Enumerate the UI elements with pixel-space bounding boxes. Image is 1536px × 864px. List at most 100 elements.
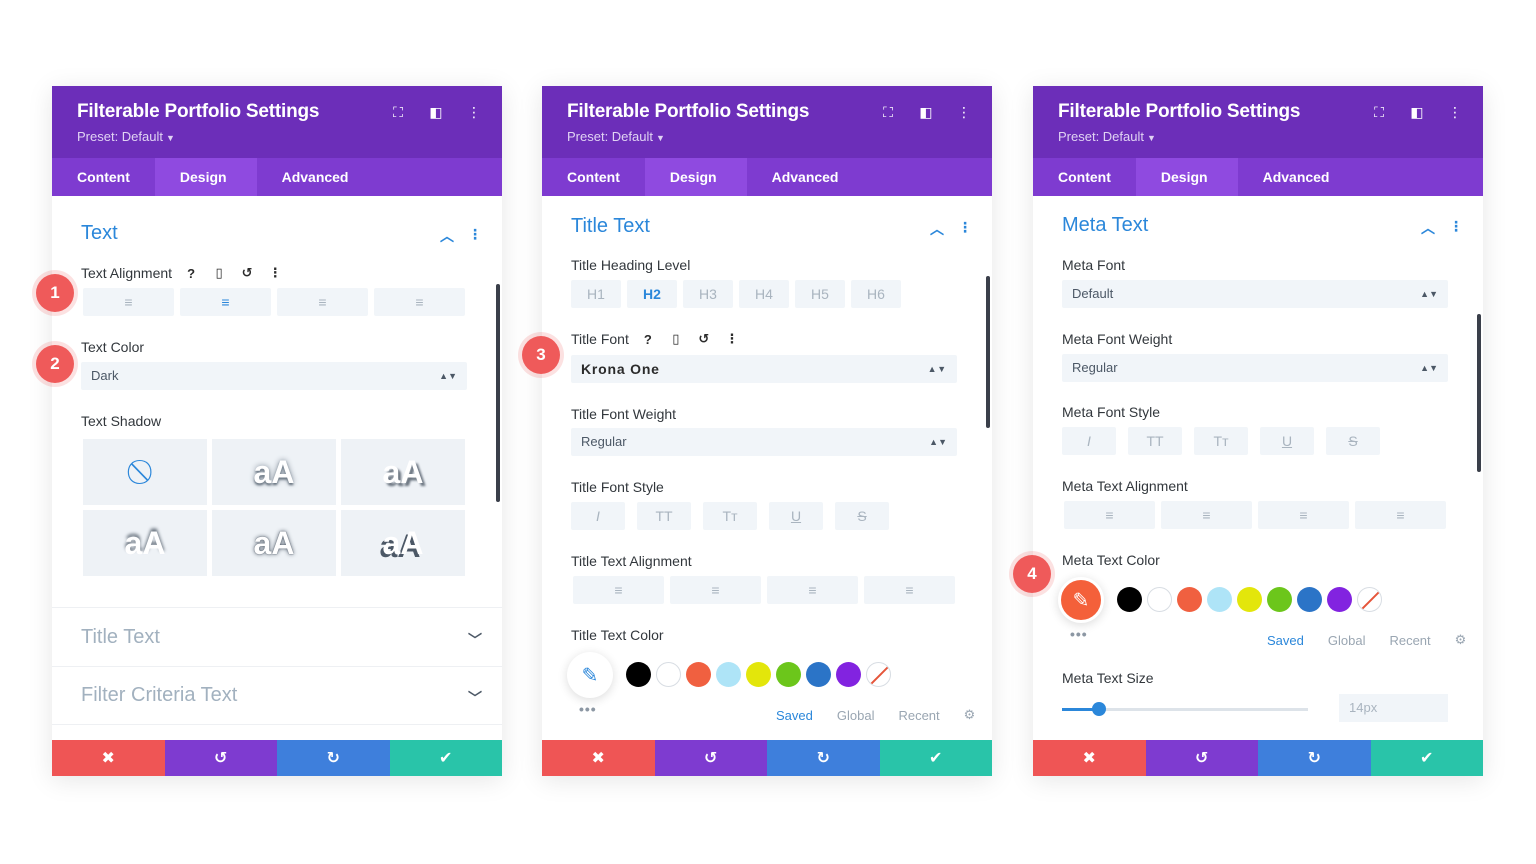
section-title-filter-criteria[interactable]: Filter Criteria Text	[81, 684, 237, 707]
device-icon[interactable]: ▯	[667, 331, 685, 347]
palette-tab-global[interactable]: Global	[837, 708, 875, 723]
meta-font-select[interactable]: Default ▲▼	[1062, 280, 1448, 308]
title-font-select[interactable]: Krona One ▲▼	[571, 355, 957, 383]
text-color-select[interactable]: Dark ▲▼	[81, 362, 467, 390]
italic-button[interactable]: I	[571, 502, 625, 530]
swatch-purple[interactable]	[836, 662, 861, 687]
save-button[interactable]: ✔	[1370, 740, 1483, 776]
preset-selector[interactable]: Preset: Default ▼	[77, 129, 175, 144]
gear-icon[interactable]: ⚙	[964, 707, 976, 723]
align-justify-button[interactable]: ≡	[374, 288, 465, 316]
underline-button[interactable]: U	[1260, 427, 1314, 455]
palette-tab-recent[interactable]: Recent	[898, 708, 939, 723]
gear-icon[interactable]: ⚙	[1455, 632, 1467, 648]
align-justify-button[interactable]: ≡	[1355, 501, 1446, 529]
undo-button[interactable]: ↺	[1145, 740, 1258, 776]
scrollbar[interactable]	[1477, 314, 1481, 472]
swatch-light-blue[interactable]	[1207, 587, 1232, 612]
chevron-up-icon[interactable]: ︿	[930, 219, 944, 239]
preset-selector[interactable]: Preset: Default ▼	[1058, 129, 1156, 144]
swatch-blue[interactable]	[1297, 587, 1322, 612]
swatch-black[interactable]	[1117, 587, 1142, 612]
tab-design[interactable]: Design	[154, 158, 257, 196]
undo-button[interactable]: ↺	[164, 740, 277, 776]
palette-tab-saved[interactable]: Saved	[776, 708, 813, 723]
swatch-light-blue[interactable]	[716, 662, 741, 687]
strikethrough-button[interactable]: S	[835, 502, 889, 530]
align-right-button[interactable]: ≡	[767, 576, 858, 604]
align-justify-button[interactable]: ≡	[864, 576, 955, 604]
close-button[interactable]: ✖	[52, 740, 165, 776]
capitalize-button[interactable]: Tт	[1194, 427, 1248, 455]
meta-size-slider[interactable]	[1062, 702, 1308, 716]
shadow-preset-4[interactable]: aA	[212, 510, 336, 576]
heading-h2-button[interactable]: H2	[627, 280, 677, 308]
swatch-blue[interactable]	[806, 662, 831, 687]
swatch-green[interactable]	[1267, 587, 1292, 612]
align-left-button[interactable]: ≡	[1064, 501, 1155, 529]
swatch-white[interactable]	[656, 662, 681, 687]
redo-button[interactable]: ↻	[1258, 740, 1371, 776]
reset-icon[interactable]: ↺	[238, 265, 256, 281]
more-options-icon[interactable]: ⋮	[956, 104, 972, 121]
capitalize-button[interactable]: Tт	[703, 502, 757, 530]
heading-h3-button[interactable]: H3	[683, 280, 733, 308]
device-icon[interactable]: ▯	[210, 265, 228, 281]
fullscreen-icon[interactable]: ⛶	[880, 104, 896, 121]
sidebar-layout-icon[interactable]: ◧	[428, 104, 444, 121]
save-button[interactable]: ✔	[389, 740, 502, 776]
align-left-button[interactable]: ≡	[83, 288, 174, 316]
swatch-green[interactable]	[776, 662, 801, 687]
close-button[interactable]: ✖	[542, 740, 655, 776]
swatch-purple[interactable]	[1327, 587, 1352, 612]
shadow-none-option[interactable]: ⃠	[83, 439, 207, 505]
swatch-orange[interactable]	[1177, 587, 1202, 612]
scrollbar[interactable]	[986, 276, 990, 428]
slider-handle[interactable]	[1091, 702, 1106, 716]
undo-button[interactable]: ↺	[654, 740, 767, 776]
chevron-down-icon[interactable]: ﹀	[468, 688, 482, 708]
tab-advanced[interactable]: Advanced	[747, 158, 864, 196]
more-options-icon[interactable]: ⋮	[266, 265, 284, 281]
fullscreen-icon[interactable]: ⛶	[390, 104, 406, 121]
section-title-meta-text[interactable]: Meta Text	[1062, 214, 1148, 237]
swatch-black[interactable]	[626, 662, 651, 687]
reset-icon[interactable]: ↺	[695, 331, 713, 347]
shadow-preset-2[interactable]: aA	[341, 439, 465, 505]
scrollbar[interactable]	[496, 284, 500, 502]
tab-design[interactable]: Design	[1135, 158, 1238, 196]
redo-button[interactable]: ↻	[767, 740, 880, 776]
chevron-up-icon[interactable]: ︿	[1421, 218, 1435, 238]
chevron-down-icon[interactable]: ﹀	[468, 630, 482, 650]
section-title-text[interactable]: Text	[81, 222, 118, 245]
underline-button[interactable]: U	[769, 502, 823, 530]
swatch-white[interactable]	[1147, 587, 1172, 612]
tab-design[interactable]: Design	[644, 158, 747, 196]
fullscreen-icon[interactable]: ⛶	[1371, 104, 1387, 121]
palette-tab-saved[interactable]: Saved	[1267, 633, 1304, 648]
shadow-preset-1[interactable]: aA	[212, 439, 336, 505]
italic-button[interactable]: I	[1062, 427, 1116, 455]
uppercase-button[interactable]: TT	[637, 502, 691, 530]
align-right-button[interactable]: ≡	[1258, 501, 1349, 529]
more-options-icon[interactable]: ⋮	[723, 331, 741, 347]
swatch-none[interactable]	[866, 662, 891, 687]
title-font-weight-select[interactable]: Regular ▲▼	[571, 428, 957, 456]
save-button[interactable]: ✔	[879, 740, 992, 776]
align-center-button[interactable]: ≡	[1161, 501, 1252, 529]
swatch-yellow[interactable]	[1237, 587, 1262, 612]
more-colors-icon[interactable]: •••	[579, 701, 597, 717]
swatch-yellow[interactable]	[746, 662, 771, 687]
color-picker-button[interactable]: ✎	[567, 652, 613, 698]
tab-content[interactable]: Content	[52, 158, 155, 196]
close-button[interactable]: ✖	[1033, 740, 1146, 776]
align-center-button[interactable]: ≡	[180, 288, 271, 316]
heading-h5-button[interactable]: H5	[795, 280, 845, 308]
meta-size-input[interactable]: 14px	[1339, 694, 1448, 722]
section-title-title-text[interactable]: Title Text	[571, 215, 650, 238]
swatch-none[interactable]	[1357, 587, 1382, 612]
redo-button[interactable]: ↻	[277, 740, 390, 776]
heading-h1-button[interactable]: H1	[571, 280, 621, 308]
more-options-icon[interactable]: ⋮	[1449, 218, 1463, 238]
tab-advanced[interactable]: Advanced	[257, 158, 374, 196]
